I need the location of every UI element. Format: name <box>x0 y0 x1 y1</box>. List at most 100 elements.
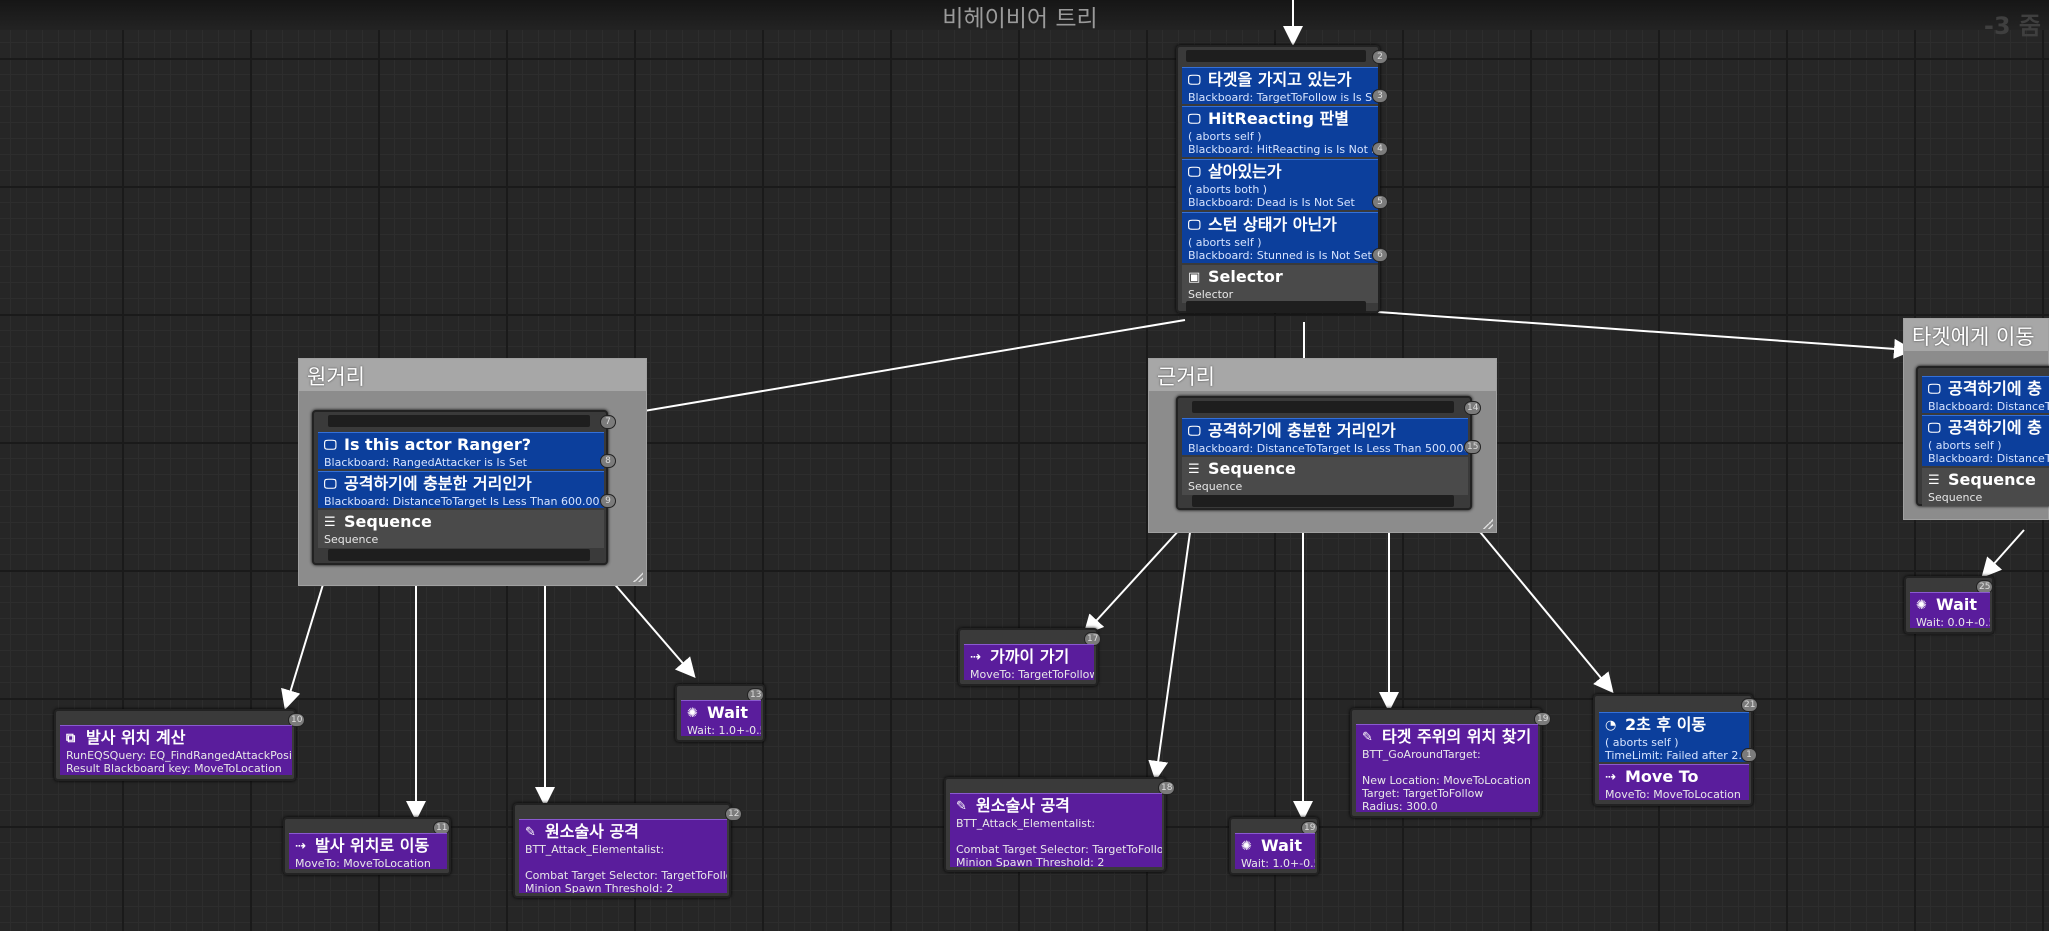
node-index-badge: 4 <box>1372 142 1388 156</box>
composite-subtitle: Sequence <box>1928 491 1983 504</box>
attack-task[interactable]: ✎ 원소술사 공격 BTT_Attack_Elementalist: Combat… <box>950 793 1162 867</box>
decorator-title: HitReacting 판별 <box>1208 109 1349 128</box>
wire-ranged-to-calc <box>281 567 329 710</box>
task-title: 가까이 가기 <box>990 647 1070 666</box>
decorator-timelimit[interactable]: ◔ 2초 후 이동 ( aborts self ) TimeLimit: Fail… <box>1599 712 1749 762</box>
task-title: 타겟 주위의 위치 찾기 <box>1382 727 1532 746</box>
selector-composite[interactable]: ▣ Selector Selector <box>1182 265 1378 303</box>
task-title: Wait <box>1936 595 1978 614</box>
decorator-detail: Blackboard: DistanceTo <box>1928 452 2049 465</box>
ranged-sequence-node[interactable]: 7 🖵 Is this actor Ranger? Blackboard: Ran… <box>312 410 616 565</box>
monitor-icon: 🖵 <box>1188 424 1201 439</box>
task-detail: BTT_Attack_Elementalist: <box>525 843 665 856</box>
decorator-distance[interactable]: 🖵 공격하기에 충분한 거리인가 Blackboard: DistanceToTa… <box>1182 418 1468 455</box>
composite-subtitle: Sequence <box>1188 480 1243 493</box>
decorator-detail: Blackboard: DistanceTo <box>1928 400 2049 413</box>
task-node-get-close[interactable]: 17 ⇢ 가까이 가기 MoveTo: TargetToFollow <box>958 628 1102 686</box>
node-index-badge: 21 <box>1741 698 1759 712</box>
sequence-composite[interactable]: ☰ Sequence Sequence <box>1922 468 2049 506</box>
task-detail: Target: TargetToFollow <box>1362 787 1484 800</box>
task-title: Move To <box>1625 767 1699 786</box>
task-detail: Minion Spawn Threshold: 2 <box>956 856 1105 867</box>
input-pin[interactable] <box>328 415 590 427</box>
decorator-detail: Blackboard: Stunned is Is Not Set <box>1188 249 1372 262</box>
decorator-alive[interactable]: 🖵 살아있는가 ( aborts both ) Blackboard: Dead … <box>1182 159 1378 210</box>
sequence-composite[interactable]: ☰ Sequence Sequence <box>1182 457 1468 495</box>
task-node-elementalist-attack-ranged[interactable]: 12 ✎ 원소술사 공격 BTT_Attack_Elementalist: Com… <box>513 803 743 898</box>
moveto-task[interactable]: ⇢ Move To MoveTo: MoveToLocation <box>1599 764 1749 800</box>
move-arrow-icon: ⇢ <box>295 839 306 854</box>
task-node-wait-follow[interactable]: 25 ✺Wait Wait: 0.0+-0.5s <box>1904 576 1994 634</box>
task-node-elementalist-attack-melee[interactable]: 18 ✎ 원소술사 공격 BTT_Attack_Elementalist: Com… <box>944 777 1176 872</box>
composite-title: Sequence <box>344 512 432 531</box>
comment-title: 타겟에게 이동 <box>1904 319 2048 351</box>
sequence-composite[interactable]: ☰ Sequence Sequence <box>318 510 604 548</box>
resize-handle[interactable] <box>633 572 643 582</box>
decorator-title: 공격하기에 충 <box>1948 379 2042 398</box>
decorator-not-stunned[interactable]: 🖵 스턴 상태가 아닌가 ( aborts self ) Blackboard: … <box>1182 212 1378 263</box>
sequence-icon: ☰ <box>1188 462 1200 477</box>
node-index-badge: 15 <box>1464 440 1482 454</box>
decorator-title: 공격하기에 충 <box>1948 418 2042 437</box>
decorator-title: 스턴 상태가 아닌가 <box>1208 215 1337 234</box>
follow-sequence-node[interactable]: 🖵 공격하기에 충 Blackboard: DistanceTo 🖵 공격하기에 충… <box>1916 366 2049 506</box>
decorator-abort: ( aborts self ) <box>1188 130 1262 143</box>
monitor-icon: 🖵 <box>324 438 337 453</box>
task-node-wait-ranged[interactable]: 13 ✺Wait Wait: 1.0+-0.5s <box>675 684 765 742</box>
task-detail: BTT_Attack_Elementalist: <box>956 817 1096 830</box>
go-around-task[interactable]: ✎ 타겟 주위의 위치 찾기 BTT_GoAroundTarget: New Lo… <box>1356 724 1538 812</box>
monitor-icon: 🖵 <box>1928 421 1941 436</box>
wire-root-to-ranged <box>604 319 1186 425</box>
wait-task[interactable]: ✺ Wait Wait: 1.0+-0.5s <box>681 700 761 736</box>
task-node-wait-melee[interactable]: 19 ✺Wait Wait: 1.0+-0.5s <box>1229 817 1319 875</box>
decorator-title: 살아있는가 <box>1208 162 1282 181</box>
melee-sequence-node[interactable]: 14 🖵 공격하기에 충분한 거리인가 Blackboard: DistanceT… <box>1176 396 1482 510</box>
task-detail: Combat Target Selector: TargetToFollow <box>956 843 1162 856</box>
decorator-title: 공격하기에 충분한 거리인가 <box>344 474 532 493</box>
wait-task[interactable]: ✺ Wait Wait: 0.0+-0.5s <box>1910 592 1990 628</box>
composite-title: Sequence <box>1948 470 2036 489</box>
node-index-badge: 2 <box>1372 50 1388 64</box>
task-detail: RunEQSQuery: EQ_FindRangedAttackPosition <box>66 749 292 762</box>
wire-follow-to-wait <box>1981 529 2025 578</box>
task-node-move-to-timelimit[interactable]: 21 ◔ 2초 후 이동 ( aborts self ) TimeLimit: F… <box>1593 694 1759 806</box>
task-detail: New Location: MoveToLocation <box>1362 774 1531 787</box>
monitor-icon: 🖵 <box>1188 165 1201 180</box>
task-icon: ✎ <box>956 799 967 814</box>
output-pin[interactable] <box>328 549 590 561</box>
root-selector-node[interactable]: 2 🖵 타겟을 가지고 있는가 Blackboard: TargetToFollo… <box>1176 45 1388 313</box>
decorator-has-target[interactable]: 🖵 타겟을 가지고 있는가 Blackboard: TargetToFollow … <box>1182 67 1378 104</box>
moveto-task[interactable]: ⇢ 발사 위치로 이동 MoveTo: MoveToLocation <box>289 833 447 869</box>
decorator-distance-abort[interactable]: 🖵 공격하기에 충 ( aborts self ) Blackboard: Dis… <box>1922 415 2049 466</box>
decorator-title: 타겟을 가지고 있는가 <box>1208 70 1352 89</box>
wait-task[interactable]: ✺ Wait Wait: 1.0+-0.5s <box>1235 833 1315 869</box>
task-icon: ✎ <box>1362 730 1373 745</box>
decorator-detail: Blackboard: TargetToFollow is Is Set <box>1188 91 1378 104</box>
output-pin[interactable] <box>1186 301 1366 313</box>
comment-title: 원거리 <box>299 359 646 391</box>
monitor-icon: 🖵 <box>1188 218 1201 233</box>
task-detail: BTT_GoAroundTarget: <box>1362 748 1481 761</box>
task-title: Wait <box>1261 836 1303 855</box>
wait-icon: ✺ <box>1916 598 1927 613</box>
node-index-badge: 5 <box>1372 195 1388 209</box>
comment-title: 근거리 <box>1149 359 1496 391</box>
resize-handle[interactable] <box>1483 519 1493 529</box>
attack-task[interactable]: ✎ 원소술사 공격 BTT_Attack_Elementalist: Combat… <box>519 819 727 893</box>
task-node-calc-position[interactable]: 10 ⧉ 발사 위치 계산 RunEQSQuery: EQ_FindRangedA… <box>54 709 306 781</box>
moveto-task[interactable]: ⇢ 가까이 가기 MoveTo: TargetToFollow <box>964 644 1094 680</box>
decorator-distance[interactable]: 🖵 공격하기에 충 Blackboard: DistanceTo <box>1922 376 2049 413</box>
input-pin[interactable] <box>1186 50 1366 62</box>
monitor-icon: 🖵 <box>1188 112 1201 127</box>
decorator-distance[interactable]: 🖵 공격하기에 충분한 거리인가 Blackboard: DistanceToTa… <box>318 471 604 508</box>
task-node-move-to-fire[interactable]: 11 ⇢ 발사 위치로 이동 MoveTo: MoveToLocation <box>283 817 451 875</box>
eqs-icon: ⧉ <box>66 731 76 746</box>
output-pin[interactable] <box>1192 495 1454 507</box>
eqs-task[interactable]: ⧉ 발사 위치 계산 RunEQSQuery: EQ_FindRangedAtta… <box>60 725 292 775</box>
input-pin[interactable] <box>1192 401 1454 413</box>
task-title: 원소술사 공격 <box>976 796 1070 815</box>
decorator-hitreacting[interactable]: 🖵 HitReacting 판별 ( aborts self ) Blackboa… <box>1182 106 1378 157</box>
task-title: 발사 위치로 이동 <box>315 836 430 855</box>
task-node-find-around-target[interactable]: 19 ✎ 타겟 주위의 위치 찾기 BTT_GoAroundTarget: New… <box>1350 708 1552 818</box>
decorator-is-ranger[interactable]: 🖵 Is this actor Ranger? Blackboard: Range… <box>318 432 604 469</box>
